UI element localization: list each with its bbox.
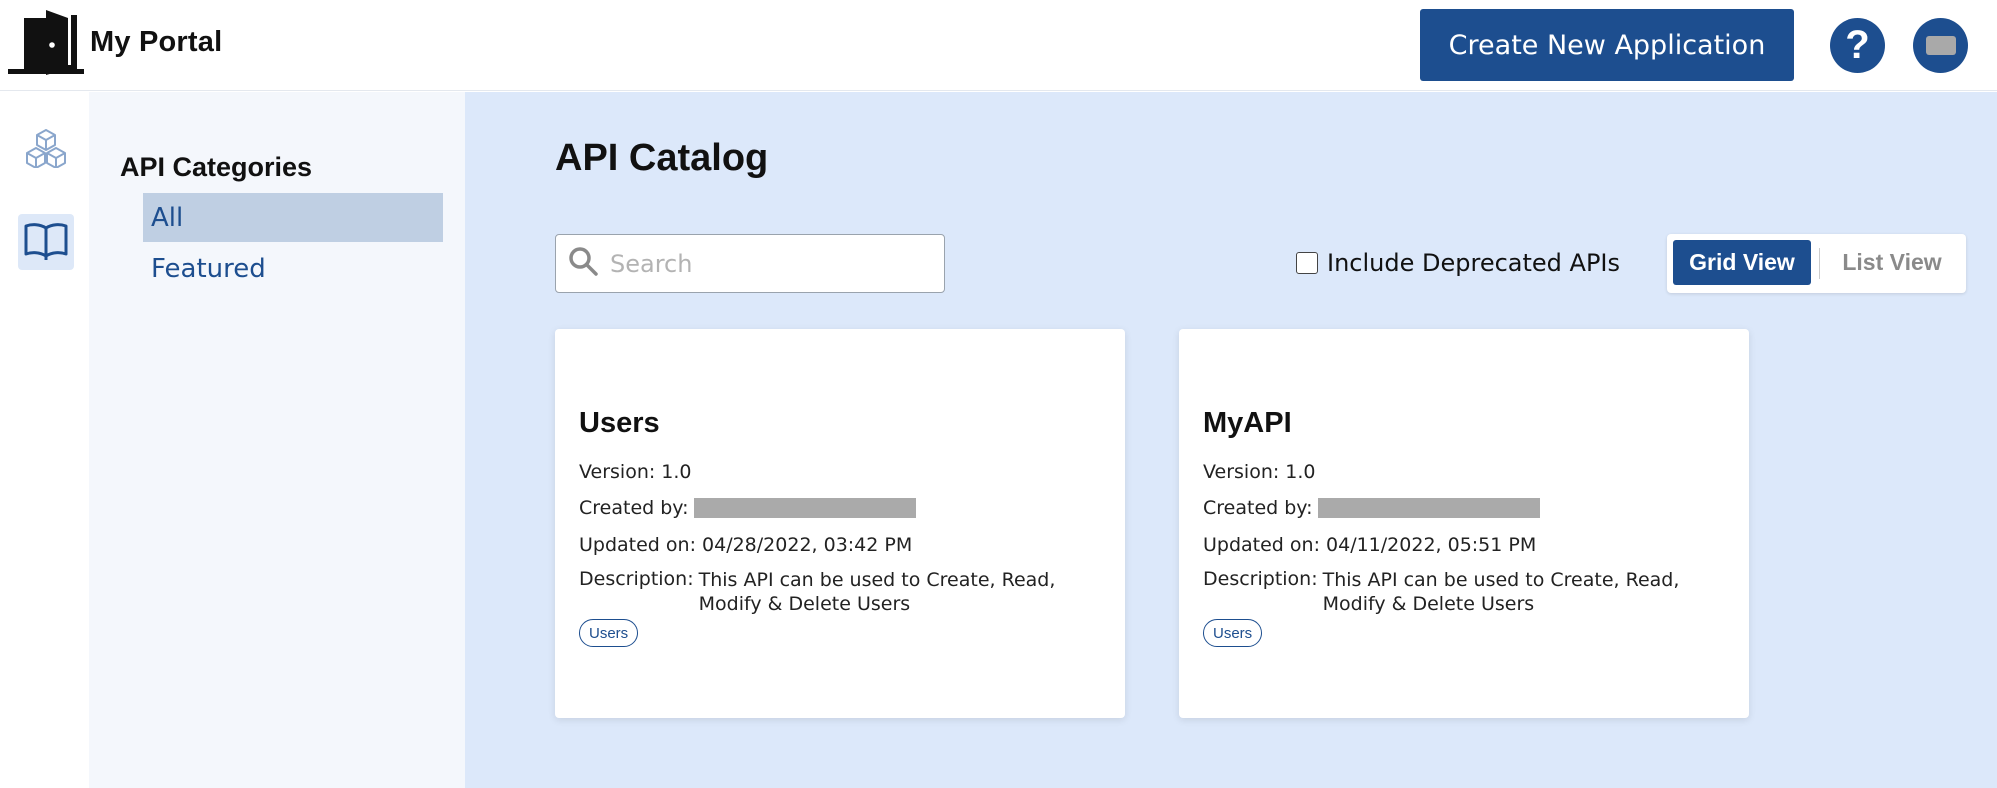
redacted-author	[1317, 498, 1540, 518]
include-deprecated-toggle[interactable]: Include Deprecated APIs	[1296, 249, 1620, 277]
api-name: MyAPI	[1203, 407, 1292, 439]
page-title: API Catalog	[555, 137, 769, 179]
search-box[interactable]	[555, 234, 945, 293]
category-featured[interactable]: Featured	[143, 244, 443, 293]
cubes-icon	[25, 128, 67, 173]
redacted-author	[693, 498, 916, 518]
api-updated-on: Updated on: 04/11/2022, 05:51 PM	[1203, 534, 1537, 556]
created-by-label: Created by:	[1203, 497, 1313, 519]
api-card[interactable]: Users Version: 1.0 Created by: Updated o…	[555, 329, 1125, 718]
top-header: My Portal Create New Application ?	[0, 0, 1997, 91]
description-text: This API can be used to Create, Read, Mo…	[698, 569, 1056, 615]
avatar-redacted-image	[1925, 36, 1956, 55]
book-icon	[23, 220, 69, 265]
description-text: This API can be used to Create, Read, Mo…	[1322, 569, 1680, 615]
api-tag[interactable]: Users	[579, 619, 639, 647]
user-avatar[interactable]	[1913, 18, 1968, 73]
api-tag[interactable]: Users	[1203, 619, 1263, 647]
toggle-divider	[1819, 248, 1820, 279]
categories-heading: API Categories	[120, 152, 313, 182]
created-by-label: Created by:	[579, 497, 689, 519]
api-version: Version: 1.0	[1203, 461, 1316, 483]
api-created-by: Created by:	[579, 497, 916, 519]
list-view-button[interactable]: List View	[1827, 240, 1957, 285]
api-version: Version: 1.0	[579, 461, 692, 483]
api-description: Description: This API can be used to Cre…	[579, 568, 1059, 616]
search-icon	[568, 246, 598, 281]
category-all[interactable]: All	[143, 193, 443, 242]
view-toggle: Grid View List View	[1667, 234, 1966, 293]
include-deprecated-label[interactable]: Include Deprecated APIs	[1327, 249, 1620, 277]
include-deprecated-checkbox[interactable]	[1296, 252, 1318, 274]
api-updated-on: Updated on: 04/28/2022, 03:42 PM	[579, 534, 913, 556]
portal-logo-icon[interactable]	[8, 9, 84, 75]
description-label: Description:	[1203, 568, 1318, 590]
rail-item-applications[interactable]	[18, 122, 74, 178]
create-new-application-button[interactable]: Create New Application	[1420, 9, 1794, 81]
help-icon[interactable]: ?	[1830, 18, 1885, 73]
api-card[interactable]: MyAPI Version: 1.0 Created by: Updated o…	[1179, 329, 1749, 718]
grid-view-button[interactable]: Grid View	[1673, 240, 1811, 285]
left-rail	[0, 92, 89, 788]
description-label: Description:	[579, 568, 694, 590]
brand-title[interactable]: My Portal	[90, 26, 222, 59]
api-categories-panel: API Categories All Featured	[89, 92, 465, 788]
api-description: Description: This API can be used to Cre…	[1203, 568, 1683, 616]
api-name: Users	[579, 407, 660, 439]
rail-item-catalog[interactable]	[18, 214, 74, 270]
main-content: API Catalog Include Deprecated APIs Grid…	[465, 92, 1997, 788]
search-input[interactable]	[610, 249, 930, 278]
api-created-by: Created by:	[1203, 497, 1540, 519]
